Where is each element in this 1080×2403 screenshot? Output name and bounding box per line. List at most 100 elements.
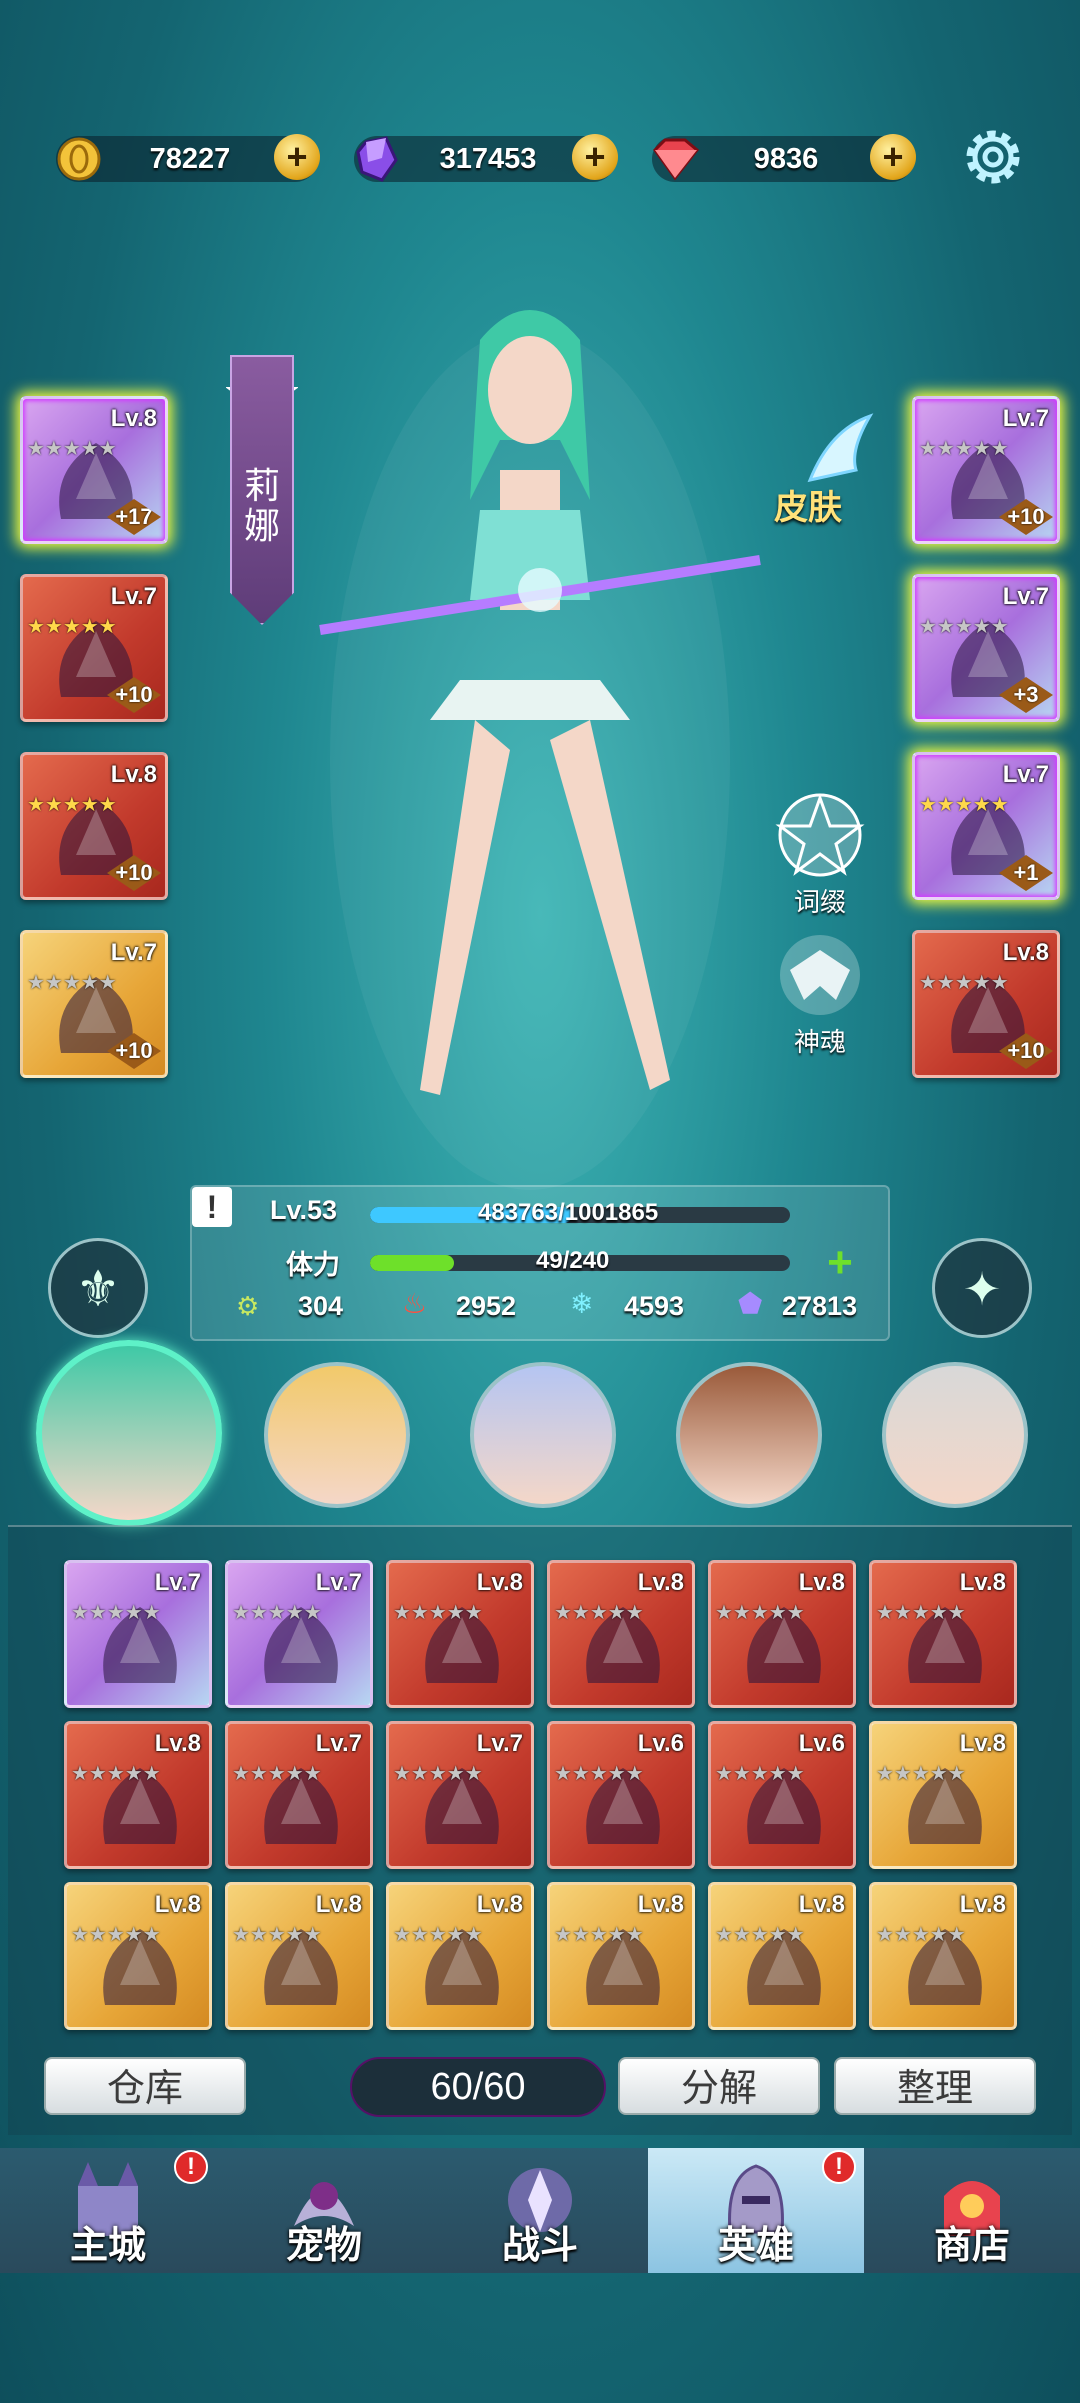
affix-button[interactable]: 词缀 — [760, 790, 880, 920]
settings-gear-icon[interactable] — [960, 124, 1026, 190]
skin-label: 皮肤 — [774, 488, 842, 528]
equipped-slot-left-4[interactable]: ★★★★★ Lv.7 +10 — [20, 930, 168, 1078]
star-rating: ★★★★★ — [232, 1763, 322, 1785]
item-level: Lv.8 — [959, 1730, 1006, 1757]
nav-battle[interactable]: 战斗 — [432, 2148, 648, 2273]
inventory-item-2[interactable]: ★★★★★ Lv.7 — [225, 1560, 373, 1708]
star-rating: ★★★★★ — [27, 794, 117, 816]
inventory-item-15[interactable]: ★★★★★ Lv.8 — [386, 1882, 534, 2030]
star-rating: ★★★★★ — [71, 1763, 161, 1785]
fleur-emblem-button[interactable]: ⚜ — [48, 1238, 148, 1338]
affix-label: 词缀 — [793, 888, 846, 918]
inventory-item-5[interactable]: ★★★★★ Lv.8 — [708, 1560, 856, 1708]
star-rating: ★★★★★ — [27, 616, 117, 638]
star-rating: ★★★★★ — [393, 1763, 483, 1785]
equipped-slot-right-1[interactable]: ★★★★★ Lv.7 +10 — [912, 396, 1060, 544]
star-rating: ★★★★★ — [232, 1602, 322, 1624]
hero-name: 莉娜 — [243, 466, 280, 547]
add-ruby-button[interactable]: + — [870, 134, 916, 180]
item-level: Lv.8 — [154, 1730, 201, 1757]
soul-button[interactable]: 神魂 — [760, 930, 880, 1060]
star-rating: ★★★★★ — [715, 1924, 805, 1946]
star-rating: ★★★★★ — [876, 1602, 966, 1624]
star-rating: ★★★★★ — [919, 438, 1009, 460]
warning-icon[interactable]: ! — [192, 1187, 232, 1227]
item-level: Lv.7 — [154, 1569, 201, 1596]
inventory-item-4[interactable]: ★★★★★ Lv.8 — [547, 1560, 695, 1708]
equipped-slot-left-2[interactable]: ★★★★★ Lv.7 +10 — [20, 574, 168, 722]
item-level: Lv.8 — [798, 1569, 845, 1596]
item-level: Lv.7 — [1002, 761, 1049, 788]
equipped-slot-right-2[interactable]: ★★★★★ Lv.7 +3 — [912, 574, 1060, 722]
nav-hero[interactable]: 英雄 ! — [648, 2148, 864, 2273]
star-rating: ★★★★★ — [393, 1924, 483, 1946]
nav-hero-label: 英雄 — [717, 2223, 794, 2267]
gold-coin-icon — [50, 130, 108, 188]
hero-portrait-5[interactable] — [882, 1362, 1028, 1508]
inventory-item-9[interactable]: ★★★★★ Lv.7 — [386, 1721, 534, 1869]
item-level: Lv.7 — [476, 1730, 523, 1757]
add-crystal-button[interactable]: + — [572, 134, 618, 180]
nav-pet[interactable]: 宠物 — [216, 2148, 432, 2273]
pentagram-icon — [775, 793, 865, 877]
star-rating: ★★★★★ — [876, 1763, 966, 1785]
item-level: Lv.7 — [110, 939, 157, 966]
item-level: Lv.6 — [798, 1730, 845, 1757]
add-stamina-button[interactable]: + — [820, 1241, 860, 1285]
crystal-amount: 317453 — [439, 143, 537, 175]
skin-button[interactable]: 皮肤 — [770, 413, 890, 530]
inventory-item-11[interactable]: ★★★★★ Lv.6 — [708, 1721, 856, 1869]
inventory-item-13[interactable]: ★★★★★ Lv.8 — [64, 1882, 212, 2030]
hero-stats-panel: ! Lv.53 483763/1001865 体力 49/240 + ⚙ 304… — [190, 1185, 890, 1341]
demon-wings-icon — [780, 935, 860, 1015]
item-level: Lv.8 — [1002, 939, 1049, 966]
decompose-button[interactable]: 分解 — [618, 2057, 820, 2115]
star-rating: ★★★★★ — [715, 1602, 805, 1624]
inventory-item-7[interactable]: ★★★★★ Lv.8 — [64, 1721, 212, 1869]
warehouse-button[interactable]: 仓库 — [44, 2057, 246, 2115]
hero-portrait-2[interactable] — [264, 1362, 410, 1508]
equipped-slot-left-3[interactable]: ★★★★★ Lv.8 +10 — [20, 752, 168, 900]
inventory-item-18[interactable]: ★★★★★ Lv.8 — [869, 1882, 1017, 2030]
item-level: Lv.8 — [110, 405, 157, 432]
sort-button[interactable]: 整理 — [834, 2057, 1036, 2115]
inventory-item-14[interactable]: ★★★★★ Lv.8 — [225, 1882, 373, 2030]
nav-shop[interactable]: 商店 — [864, 2148, 1080, 2273]
star-rating: ★★★★★ — [554, 1924, 644, 1946]
hero-portrait-selected[interactable] — [36, 1340, 222, 1526]
exp-text: 483763/1001865 — [478, 1199, 659, 1226]
inventory-item-17[interactable]: ★★★★★ Lv.8 — [708, 1882, 856, 2030]
inventory-item-10[interactable]: ★★★★★ Lv.6 — [547, 1721, 695, 1869]
shield-icon: ⬟ — [738, 1288, 763, 1319]
codex-book-button[interactable]: ✦ — [932, 1238, 1032, 1338]
item-level: Lv.7 — [110, 583, 157, 610]
equipped-slot-right-4[interactable]: ★★★★★ Lv.8 +10 — [912, 930, 1060, 1078]
hero-portrait-3[interactable] — [470, 1362, 616, 1508]
star-rating: ★★★★★ — [554, 1763, 644, 1785]
inventory-item-8[interactable]: ★★★★★ Lv.7 — [225, 1721, 373, 1869]
item-level: Lv.8 — [798, 1891, 845, 1918]
star-rating: ★★★★★ — [71, 1602, 161, 1624]
item-level: Lv.7 — [1002, 405, 1049, 432]
nav-main-city[interactable]: 主城 ! — [0, 2148, 216, 2273]
item-level: Lv.8 — [476, 1569, 523, 1596]
gold-currency: 78227 + — [56, 134, 320, 182]
equipped-slot-right-3[interactable]: ★★★★★ Lv.7 +1 — [912, 752, 1060, 900]
star-rating: ★★★★★ — [919, 794, 1009, 816]
item-level: Lv.6 — [637, 1730, 684, 1757]
star-rating: ★★★★★ — [919, 616, 1009, 638]
nav-shop-label: 商店 — [933, 2223, 1010, 2267]
inventory-item-3[interactable]: ★★★★★ Lv.8 — [386, 1560, 534, 1708]
inventory-item-1[interactable]: ★★★★★ Lv.7 — [64, 1560, 212, 1708]
item-level: Lv.8 — [959, 1569, 1006, 1596]
equipped-slot-left-1[interactable]: ★★★★★ Lv.8 +17 — [20, 396, 168, 544]
nav-battle-label: 战斗 — [501, 2223, 578, 2267]
inventory-item-12[interactable]: ★★★★★ Lv.8 — [869, 1721, 1017, 1869]
inventory-item-16[interactable]: ★★★★★ Lv.8 — [547, 1882, 695, 2030]
bottom-nav: 主城 ! 宠物 战斗 英雄 ! 商店 — [0, 2148, 1080, 2273]
item-level: Lv.7 — [315, 1730, 362, 1757]
gold-amount: 78227 — [149, 143, 231, 175]
add-gold-button[interactable]: + — [274, 134, 320, 180]
inventory-item-6[interactable]: ★★★★★ Lv.8 — [869, 1560, 1017, 1708]
hero-portrait-4[interactable] — [676, 1362, 822, 1508]
